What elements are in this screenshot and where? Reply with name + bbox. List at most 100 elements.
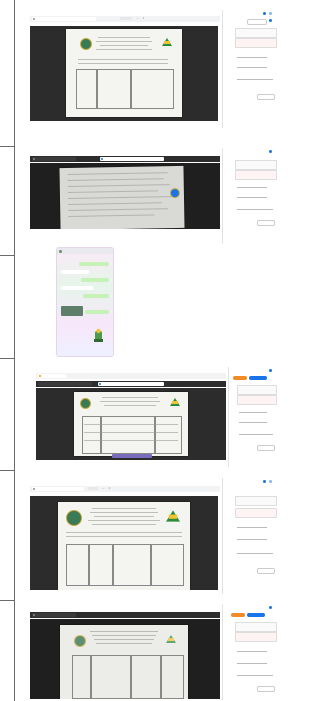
section-divider	[0, 146, 15, 147]
form-field[interactable]	[237, 194, 267, 198]
user-avatar-icon[interactable]	[269, 369, 272, 372]
screenshot-panel-5: – ×	[30, 478, 279, 594]
sidebar-action-button[interactable]	[257, 568, 275, 574]
user-avatar-icon[interactable]	[269, 150, 272, 153]
browser-tab[interactable]	[32, 17, 96, 21]
browser-tab-active[interactable]	[98, 382, 164, 386]
info-card	[235, 622, 277, 632]
sidebar-action-button[interactable]	[257, 686, 275, 692]
menu-icon[interactable]	[269, 480, 272, 483]
section-divider	[0, 600, 15, 601]
form-field[interactable]	[237, 672, 273, 676]
message-bubble	[61, 270, 89, 274]
sidebar-button[interactable]	[233, 376, 247, 380]
screenshot-panel-2	[30, 148, 279, 244]
sidebar-action-button[interactable]	[257, 445, 275, 451]
app-icon	[99, 383, 101, 385]
screenshot-panel-4	[36, 367, 279, 467]
browser-tab-bar	[30, 612, 220, 618]
form-field[interactable]	[237, 660, 267, 664]
sidebar	[222, 604, 279, 700]
message-bubble	[81, 278, 109, 282]
app-icon	[101, 158, 103, 160]
info-card	[235, 632, 277, 642]
image-message[interactable]	[61, 306, 83, 316]
app-icon	[33, 614, 35, 616]
sidebar-button[interactable]	[247, 19, 267, 25]
sidebar-button[interactable]	[231, 613, 245, 617]
menu-icon[interactable]	[269, 12, 272, 15]
page-toolbar[interactable]	[112, 454, 152, 458]
info-card	[235, 170, 277, 180]
sidebar-action-button[interactable]	[257, 220, 275, 226]
info-card	[237, 385, 277, 395]
sidebar	[222, 10, 279, 128]
form-field[interactable]	[239, 409, 267, 413]
screenshot-panel-6	[30, 604, 279, 700]
user-avatar-icon	[59, 249, 62, 253]
sticker-icon	[91, 328, 105, 344]
sidebar-button-primary[interactable]	[247, 613, 265, 617]
message-bubble	[83, 294, 109, 298]
scanned-document	[59, 165, 185, 229]
browser-tab-active[interactable]	[100, 157, 164, 161]
scanned-document	[58, 502, 190, 590]
user-avatar-icon	[33, 488, 35, 490]
zoom-control[interactable]	[88, 487, 98, 490]
form-field[interactable]	[237, 536, 267, 540]
user-avatar-icon[interactable]	[269, 606, 272, 609]
chat-header	[57, 248, 113, 254]
message-bubble	[61, 286, 93, 290]
document-viewer	[36, 388, 226, 460]
form-field[interactable]	[237, 648, 267, 652]
form-field[interactable]	[237, 54, 267, 58]
form-field[interactable]	[237, 64, 267, 68]
app-icon	[39, 375, 41, 377]
info-card	[235, 28, 277, 38]
logo-icon	[170, 398, 180, 406]
minimize-icon[interactable]: –	[136, 17, 139, 20]
seal-icon	[169, 187, 181, 199]
form-field[interactable]	[237, 524, 267, 528]
document-viewer	[30, 496, 218, 590]
info-card	[235, 508, 277, 518]
zoom-control[interactable]	[120, 17, 132, 20]
form-field[interactable]	[237, 184, 267, 188]
browser-tab[interactable]	[32, 487, 84, 491]
browser-tab[interactable]	[32, 613, 76, 617]
seal-icon	[66, 510, 82, 526]
user-avatar-icon	[33, 18, 35, 20]
form-field[interactable]	[237, 76, 273, 80]
document-viewer	[30, 26, 218, 121]
message-bubble	[85, 310, 109, 314]
close-icon[interactable]: ×	[142, 17, 145, 20]
user-avatar-icon[interactable]	[263, 12, 266, 15]
browser-tab-bar	[36, 373, 226, 379]
document-viewer	[30, 619, 220, 699]
sidebar	[228, 367, 279, 467]
section-divider	[0, 255, 15, 256]
browser-tab[interactable]	[38, 382, 92, 386]
info-card	[235, 160, 277, 170]
vertical-divider	[14, 0, 15, 701]
form-field[interactable]	[239, 431, 273, 435]
browser-tab[interactable]	[38, 374, 66, 378]
seal-icon	[80, 398, 91, 409]
scanned-document	[60, 625, 188, 699]
close-icon[interactable]: ×	[108, 487, 111, 490]
user-avatar-icon	[33, 158, 35, 160]
minimize-icon[interactable]: –	[102, 487, 105, 490]
user-avatar-icon[interactable]	[263, 480, 266, 483]
screenshot-panel-1: – ×	[30, 10, 279, 128]
sidebar-action-button[interactable]	[257, 94, 275, 100]
scanned-document	[74, 392, 188, 456]
form-field[interactable]	[239, 419, 267, 423]
info-card	[235, 38, 277, 48]
browser-tab[interactable]	[32, 157, 76, 161]
document-viewer	[30, 163, 220, 229]
sidebar-button-primary[interactable]	[249, 376, 267, 380]
form-field[interactable]	[237, 550, 273, 554]
section-divider	[0, 470, 15, 471]
form-field[interactable]	[237, 206, 273, 210]
status-dot	[269, 19, 272, 22]
